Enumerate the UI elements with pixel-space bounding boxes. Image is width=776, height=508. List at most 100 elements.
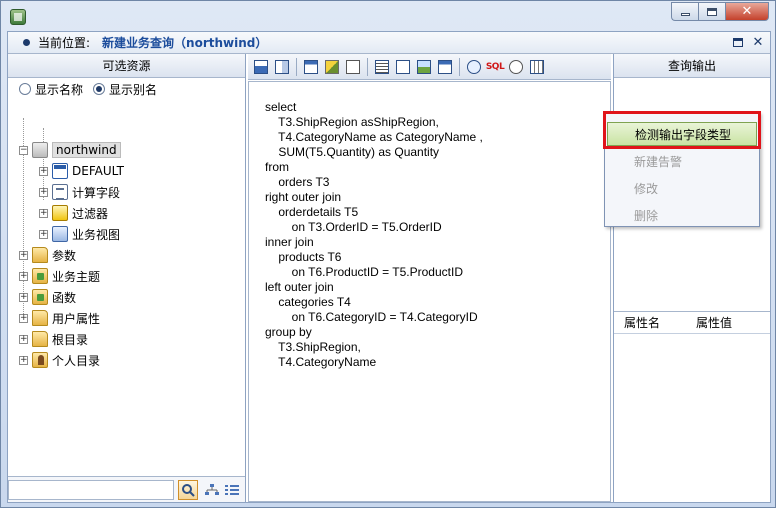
- property-name-header: 属性名: [624, 316, 661, 330]
- table-icon: [52, 163, 68, 179]
- tree-node-label: DEFAULT: [72, 164, 124, 178]
- sql-button[interactable]: SQL: [486, 58, 505, 76]
- query-output-header: 查询输出: [614, 54, 770, 78]
- menu-item-edit[interactable]: 修改: [607, 176, 757, 200]
- schedule-button[interactable]: [507, 58, 525, 76]
- collapse-icon[interactable]: −: [19, 145, 28, 155]
- tree-view-icon: [205, 484, 219, 495]
- filter-icon: [52, 205, 68, 221]
- resource-panel: 可选资源 显示名称 显示别名 − northwind + DEFAULT + 计…: [8, 54, 246, 502]
- tree-node-root-dir[interactable]: + 根目录: [19, 329, 88, 349]
- tree-node-personal-dir[interactable]: + 个人目录: [19, 350, 100, 370]
- expand-icon[interactable]: +: [39, 208, 48, 218]
- sql-editor[interactable]: select T3.ShipRegion asShipRegion, T4.Ca…: [248, 81, 611, 502]
- tree-node-user-attributes[interactable]: + 用户属性: [19, 308, 100, 328]
- clock-icon: [509, 59, 523, 74]
- tree-node-params[interactable]: + 参数: [19, 245, 76, 265]
- tree-node-label: 函数: [52, 290, 77, 305]
- find-button[interactable]: [465, 58, 483, 76]
- expand-icon[interactable]: +: [39, 187, 48, 197]
- minimize-button[interactable]: [671, 2, 698, 21]
- folder-icon: [32, 331, 48, 347]
- location-bar: 当前位置: 新建业务查询（northwind） ✕: [8, 32, 770, 54]
- toolbar-separator: [296, 57, 297, 76]
- tree-node-functions[interactable]: + 函数: [19, 287, 76, 307]
- expand-icon[interactable]: +: [19, 271, 28, 281]
- sql-line: on T3.OrderID = T5.OrderID: [265, 220, 442, 234]
- tree-node-label: northwind: [52, 142, 121, 158]
- tree-node-label: 个人目录: [52, 353, 101, 368]
- close-button[interactable]: ✕: [725, 2, 769, 21]
- expand-icon[interactable]: +: [19, 313, 28, 323]
- tree-node-label: 业务视图: [72, 227, 121, 242]
- toolbar-separator: [459, 57, 460, 76]
- sql-line: orderdetails T5: [265, 205, 359, 219]
- search-button[interactable]: [178, 480, 198, 500]
- sql-line: left outer join: [265, 280, 334, 294]
- resource-tree: − northwind + DEFAULT + 计算字段 + 过滤器 + 业务视…: [8, 102, 245, 474]
- radio-show-alias[interactable]: [93, 83, 106, 95]
- window-button[interactable]: [302, 58, 320, 76]
- expand-icon[interactable]: +: [39, 166, 48, 176]
- preview-button[interactable]: [436, 58, 454, 76]
- save-button[interactable]: [252, 58, 270, 76]
- resource-search-input[interactable]: [8, 480, 174, 500]
- image-icon: [417, 59, 431, 74]
- menu-item-detect-field-types[interactable]: 检测输出字段类型: [607, 122, 757, 146]
- calculated-field-icon: [52, 184, 68, 200]
- tree-node-default[interactable]: + DEFAULT: [39, 161, 124, 181]
- page-title: 新建业务查询（northwind）: [102, 36, 268, 50]
- radio-show-name[interactable]: [19, 83, 31, 95]
- panel-maximize-button[interactable]: [732, 36, 744, 48]
- menu-item-delete[interactable]: 删除: [607, 203, 757, 227]
- tree-node-filters[interactable]: + 过滤器: [39, 203, 108, 223]
- sql-line: T4.CategoryName: [265, 355, 377, 369]
- menu-item-new-alert[interactable]: 新建告警: [607, 149, 757, 173]
- fork-button[interactable]: [344, 58, 362, 76]
- list-view-button[interactable]: [222, 480, 242, 500]
- list-view-icon: [225, 485, 239, 495]
- sql-line: T4.CategoryName as CategoryName ,: [265, 130, 483, 144]
- grid-button[interactable]: [528, 58, 546, 76]
- expand-icon[interactable]: +: [19, 334, 28, 344]
- maximize-button[interactable]: [698, 2, 725, 21]
- sql-panel: SQL select T3.ShipRegion asShipRegion, T…: [248, 54, 611, 502]
- expand-icon[interactable]: +: [39, 229, 48, 239]
- image-button[interactable]: [415, 58, 433, 76]
- search-icon: [182, 484, 195, 497]
- tree-node-business-views[interactable]: + 业务视图: [39, 224, 120, 244]
- expand-icon[interactable]: +: [19, 292, 28, 302]
- tree-node-label: 计算字段: [72, 185, 121, 200]
- tree-node-northwind[interactable]: − northwind: [19, 140, 121, 160]
- save-as-button[interactable]: [273, 58, 291, 76]
- sql-toolbar: SQL: [248, 54, 611, 80]
- tree-node-calc-fields[interactable]: + 计算字段: [39, 182, 120, 202]
- number-button[interactable]: [394, 58, 412, 76]
- expand-icon[interactable]: +: [19, 355, 28, 365]
- fork-icon: [346, 59, 360, 74]
- list-button[interactable]: [373, 58, 391, 76]
- minimize-icon: [680, 13, 690, 16]
- radio-show-name-label: 显示名称: [35, 82, 84, 97]
- sql-line: on T6.ProductID = T5.ProductID: [265, 265, 463, 279]
- panel-close-button[interactable]: ✕: [752, 35, 764, 50]
- tree-node-business-themes[interactable]: + 业务主题: [19, 266, 100, 286]
- save-icon: [254, 59, 268, 74]
- brush-icon: [325, 59, 339, 74]
- tree-node-label: 过滤器: [72, 206, 109, 221]
- expand-icon[interactable]: +: [19, 250, 28, 260]
- toolbar-separator: [367, 57, 368, 76]
- sql-line: categories T4: [265, 295, 351, 309]
- tree-node-label: 用户属性: [52, 311, 101, 326]
- list-icon: [375, 59, 389, 74]
- display-mode-radios: 显示名称 显示别名: [8, 78, 245, 100]
- window-icon: [304, 59, 318, 74]
- resource-search-bar: [8, 476, 245, 502]
- property-table-header: 属性名 属性值: [614, 312, 770, 334]
- app-icon: [10, 9, 26, 25]
- location-label: 当前位置:: [38, 36, 91, 50]
- business-view-icon: [52, 226, 68, 242]
- tree-node-label: 业务主题: [52, 269, 101, 284]
- tree-view-button[interactable]: [202, 480, 222, 500]
- format-button[interactable]: [323, 58, 341, 76]
